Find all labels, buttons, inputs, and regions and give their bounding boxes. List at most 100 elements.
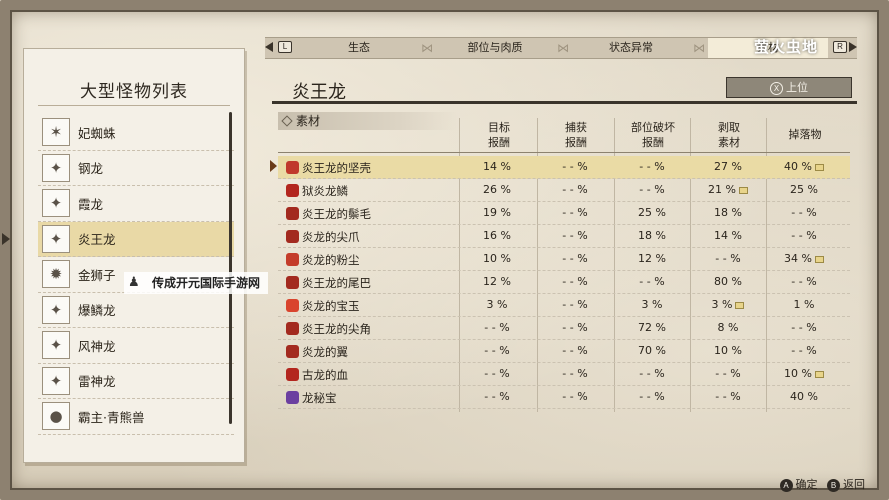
multi-source-icon xyxy=(814,163,824,171)
rate-cell: 26 % xyxy=(459,183,535,196)
section-label: 素材 xyxy=(278,112,458,130)
rate-value: - - % xyxy=(791,275,817,288)
table-row[interactable]: 炎龙的尖爪 16 % - - % 18 % 14 % - - % xyxy=(278,225,850,248)
monster-item-bazelgeuse[interactable]: ✦ 爆鳞龙 xyxy=(38,293,234,328)
column-header-drop: 掉落物 xyxy=(767,127,843,142)
meeple-icon: ♟ xyxy=(128,275,140,290)
rate-cell: - - % xyxy=(459,344,535,357)
column-header-break-reward: 部位破坏 报酬 xyxy=(615,120,691,150)
rate-value: - - % xyxy=(639,183,665,196)
rate-value: - - % xyxy=(562,344,588,357)
rate-value: 3 % xyxy=(711,298,733,311)
rate-cell: - - % xyxy=(614,183,690,196)
material-name: 炎王龙的鬃毛 xyxy=(302,207,371,221)
rate-cell: - - % xyxy=(537,252,613,265)
rate-cell: 18 % xyxy=(690,206,766,219)
rate-cell: - - % xyxy=(459,321,535,334)
rate-value: 10 % xyxy=(784,367,812,380)
rate-value: - - % xyxy=(484,344,510,357)
column-header-line: 目标 xyxy=(488,121,510,134)
table-row[interactable]: 炎王龙的鬃毛 19 % - - % 25 % 18 % - - % xyxy=(278,202,850,225)
tab-ecology[interactable]: 生态 xyxy=(300,38,418,58)
tab-status-ailments[interactable]: 状态异常 xyxy=(572,38,690,58)
rate-value: - - % xyxy=(484,321,510,334)
column-header-capture-reward: 捕获 报酬 xyxy=(538,120,614,150)
rank-label: 上位 xyxy=(786,81,808,94)
rate-cell: 12 % xyxy=(614,252,690,265)
r-button-icon[interactable]: R xyxy=(833,41,847,53)
rate-cell: 8 % xyxy=(690,321,766,334)
list-scrollbar[interactable] xyxy=(229,112,232,424)
table-row[interactable]: 炎龙的翼 - - % - - % 70 % 10 % - - % xyxy=(278,340,850,363)
bear-icon: ● xyxy=(42,402,70,431)
rate-value: - - % xyxy=(639,367,665,380)
rate-cell: 18 % xyxy=(614,229,690,242)
rate-cell: - - % xyxy=(614,275,690,288)
b-button-icon[interactable]: B xyxy=(827,478,840,492)
rate-cell: - - % xyxy=(537,321,613,334)
monster-item-ibushi[interactable]: ✦ 风神龙 xyxy=(38,328,234,364)
material-icon xyxy=(286,184,299,197)
rate-value: - - % xyxy=(791,229,817,242)
table-row[interactable]: 古龙的血 - - % - - % - - % - - % 10 % xyxy=(278,363,850,386)
table-row[interactable]: 炎王龙的坚壳 14 % - - % - - % 27 % 40 % xyxy=(278,156,850,179)
rate-cell: 70 % xyxy=(614,344,690,357)
monster-name: 妃蜘蛛 xyxy=(78,125,116,141)
tab-separator-icon: ⋈ xyxy=(557,41,569,55)
row-cursor-icon xyxy=(270,160,277,172)
dragon-icon: ✦ xyxy=(42,295,70,324)
material-name: 狱炎龙鳞 xyxy=(302,184,348,198)
tab-parts-hitzones[interactable]: 部位与肉质 xyxy=(436,38,554,58)
title-underline xyxy=(272,101,857,104)
rate-value: 18 % xyxy=(638,229,666,242)
multi-source-icon xyxy=(814,255,824,263)
rate-cell: 10 % xyxy=(459,252,535,265)
material-icon xyxy=(286,391,299,404)
rate-cell: - - % xyxy=(537,275,613,288)
material-name: 炎龙的宝玉 xyxy=(302,299,360,313)
list-cursor-icon xyxy=(2,233,10,245)
dragon-icon: ✦ xyxy=(42,189,70,218)
rate-value: 18 % xyxy=(714,206,742,219)
material-icon xyxy=(286,322,299,335)
table-row[interactable]: 龙秘宝 - - % - - % - - % - - % 40 % xyxy=(278,386,850,409)
column-header-line: 报酬 xyxy=(642,136,664,149)
monster-item-chameleos[interactable]: ✦ 霞龙 xyxy=(38,186,234,222)
list-divider xyxy=(38,105,230,106)
rate-value: - - % xyxy=(791,321,817,334)
monster-item-apex-arzuros[interactable]: ● 霸主·青熊兽 xyxy=(38,399,234,435)
a-button-icon[interactable]: A xyxy=(779,478,793,492)
material-icon xyxy=(286,276,299,289)
monster-item-teostra[interactable]: ✦ 炎王龙 xyxy=(38,221,234,257)
rate-cell: - - % xyxy=(537,229,613,242)
column-header-line: 报酬 xyxy=(488,136,510,149)
rate-value: - - % xyxy=(562,275,588,288)
rate-cell: - - % xyxy=(537,206,613,219)
section-label-text: 素材 xyxy=(296,114,321,128)
rate-value: 40 % xyxy=(784,160,812,173)
l-button-icon[interactable]: L xyxy=(278,41,292,53)
rate-value: 19 % xyxy=(483,206,511,219)
rate-value: - - % xyxy=(484,390,510,403)
rate-cell: 3 % xyxy=(614,298,690,311)
table-row[interactable]: 炎王龙的尾巴 12 % - - % - - % 80 % - - % xyxy=(278,271,850,294)
material-icon xyxy=(286,368,299,381)
monster-item-narwa[interactable]: ✦ 雷神龙 xyxy=(38,364,234,399)
monster-name: 爆鳞龙 xyxy=(78,303,116,319)
rate-cell: 72 % xyxy=(614,321,690,334)
table-row[interactable]: 炎王龙的尖角 - - % - - % 72 % 8 % - - % xyxy=(278,317,850,340)
rank-toggle-button[interactable]: X 上位 xyxy=(726,77,852,98)
table-row[interactable]: 狱炎龙鳞 26 % - - % - - % 21 % 25 % xyxy=(278,179,850,202)
rate-cell: - - % xyxy=(537,367,613,380)
table-row[interactable]: 炎龙的宝玉 3 % - - % 3 % 3 % 1 % xyxy=(278,294,850,317)
monster-item-kushala-daora[interactable]: ✦ 钢龙 xyxy=(38,151,234,186)
monster-item-nerscylla[interactable]: ✶ 妃蜘蛛 xyxy=(38,115,234,151)
rate-cell: 14 % xyxy=(459,160,535,173)
rate-cell: 10 % xyxy=(766,367,842,380)
table-row[interactable]: 炎龙的粉尘 10 % - - % 12 % - - % 34 % xyxy=(278,248,850,271)
tab-separator-icon: ⋈ xyxy=(693,41,705,55)
rate-value: 27 % xyxy=(714,160,742,173)
rate-cell: 3 % xyxy=(459,298,535,311)
rate-value: 12 % xyxy=(638,252,666,265)
rate-cell: 25 % xyxy=(614,206,690,219)
